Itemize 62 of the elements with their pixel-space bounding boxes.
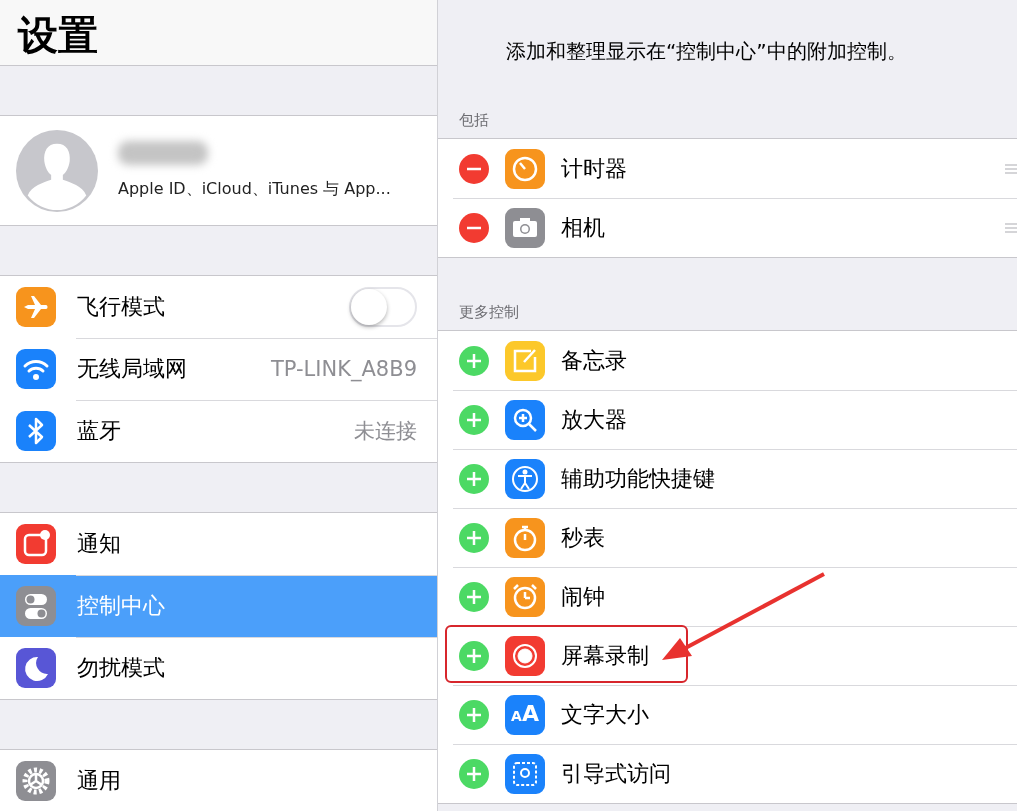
sidebar-item[interactable]: 勿扰模式 [0,637,437,699]
add-button[interactable] [459,345,489,376]
setting-value: 未连接 [354,418,417,445]
text-size-icon: AA [505,694,545,735]
page-title: 设置 [18,11,98,60]
sidebar-item[interactable]: 无线局域网 TP-LINK_A8B9 [0,338,437,400]
sidebar-item[interactable]: 通用 [0,750,437,811]
setting-value: TP-LINK_A8B9 [271,357,417,381]
camera-icon [505,207,545,248]
reorder-handle-icon[interactable] [1005,221,1017,234]
control-label: 相机 [561,213,606,242]
add-button[interactable] [459,758,489,789]
control-label: 备忘录 [561,346,628,375]
control-label: 秒表 [561,523,606,552]
control-label: 屏幕录制 [561,641,650,670]
add-button[interactable] [459,640,489,671]
sidebar-item-label: 飞行模式 [77,293,166,321]
guided-access-icon [505,753,545,794]
control-label: 引导式访问 [561,759,672,788]
control-label: 辅助功能快捷键 [561,464,716,493]
sidebar-item-label: 无线局域网 [77,355,188,383]
accessibility-icon [505,458,545,499]
control-label: 闹钟 [561,582,606,611]
switches-icon [16,586,56,626]
add-button[interactable] [459,463,489,494]
section-header: 包括 [459,111,489,130]
remove-button[interactable] [459,212,489,243]
description-text: 添加和整理显示在“控制中心”中的附加控制。 [505,38,908,65]
sidebar-item-label: 通用 [77,767,122,795]
avatar-icon [16,129,98,212]
profile-subtitle: Apple ID、iCloud、iTunes 与 App... [118,179,391,200]
wifi-icon [16,349,56,389]
sidebar-item-label: 勿扰模式 [77,654,166,682]
record-icon [505,635,545,676]
sidebar-item[interactable]: 蓝牙 未连接 [0,400,437,462]
section-header: 更多控制 [459,303,519,322]
notepad-icon [505,340,545,381]
notification-icon [16,524,56,564]
sidebar-item-label: 通知 [77,530,122,558]
control-label: 文字大小 [561,700,650,729]
control-label: 放大器 [561,405,628,434]
reorder-handle-icon[interactable] [1005,162,1017,175]
settings-icon [16,761,56,801]
sidebar-item[interactable]: 通知 [0,513,437,575]
sidebar-item-label: 蓝牙 [77,417,122,445]
toggle-switch[interactable] [349,287,417,327]
control-label: 计时器 [561,154,628,183]
add-button[interactable] [459,522,489,553]
stopwatch-icon [505,517,545,558]
sidebar-item-label: 控制中心 [77,592,166,620]
add-button[interactable] [459,404,489,435]
remove-button[interactable] [459,153,489,184]
airplane-icon [16,287,56,327]
add-button[interactable] [459,581,489,612]
sidebar-item[interactable]: 飞行模式 [0,276,437,338]
profile-row[interactable]: Apple ID、iCloud、iTunes 与 App... [0,115,437,226]
alarm-clock-icon [505,576,545,617]
bluetooth-icon [16,411,56,451]
moon-icon [16,648,56,688]
timer-icon [505,148,545,189]
zoom-icon [505,399,545,440]
add-button[interactable] [459,699,489,730]
